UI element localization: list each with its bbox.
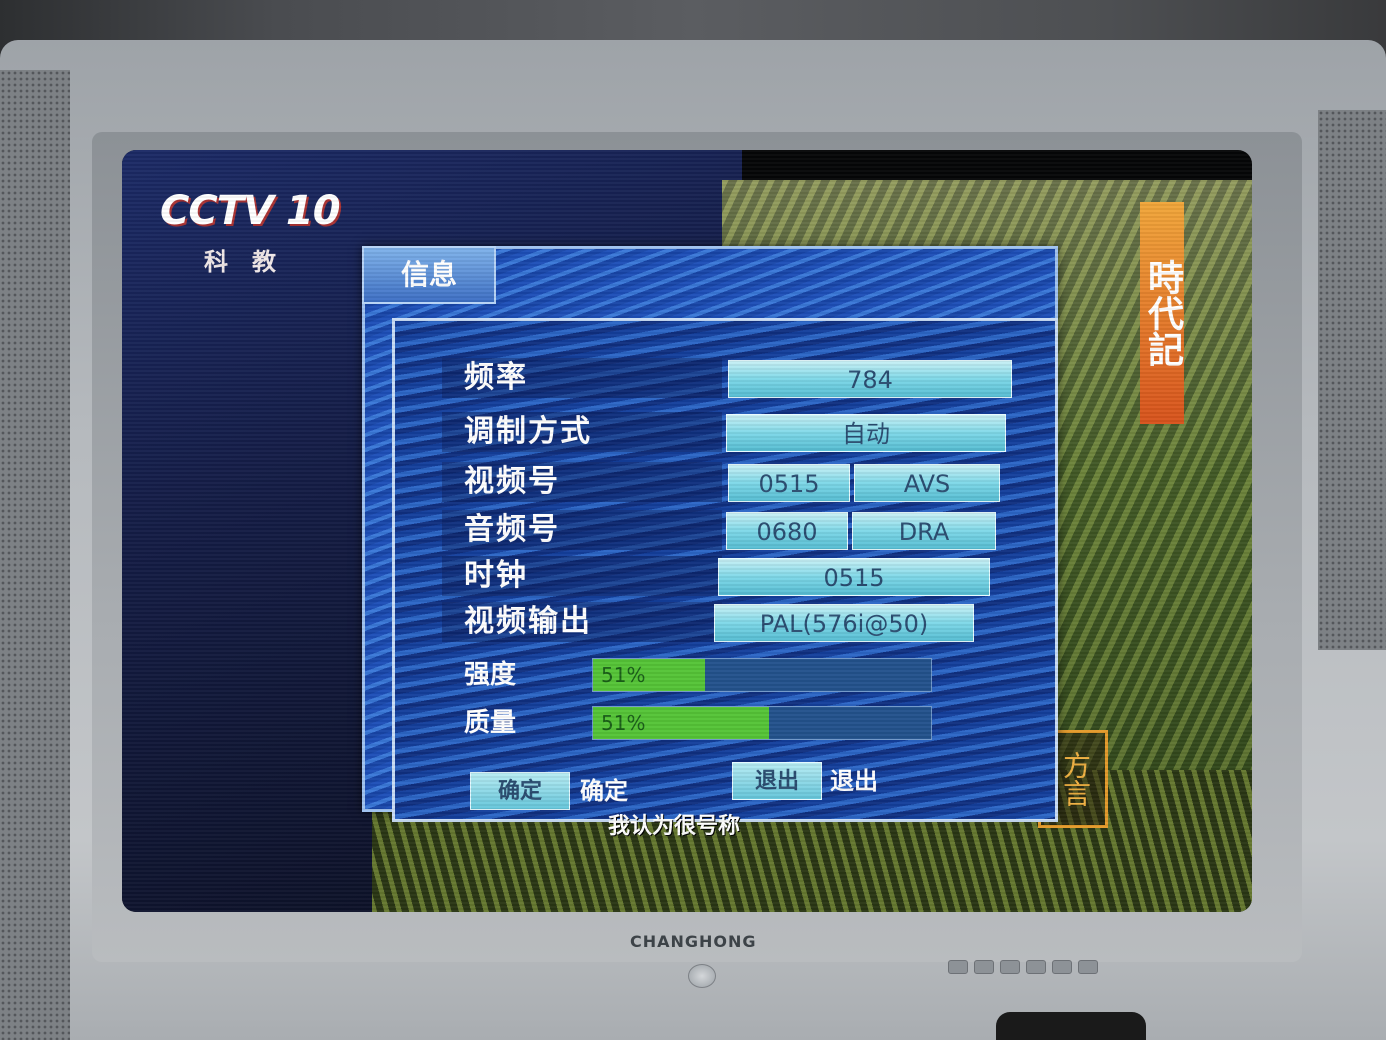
frequency-label: 频率 bbox=[442, 358, 722, 398]
clock-label: 时钟 bbox=[442, 556, 722, 596]
audio-codec-field[interactable]: DRA bbox=[852, 512, 996, 550]
ok-button[interactable]: 确定 bbox=[470, 772, 570, 810]
signal-quality-percent: 51% bbox=[601, 711, 646, 735]
cable bbox=[996, 1012, 1146, 1040]
exit-button[interactable]: 退出 bbox=[732, 762, 822, 800]
video-codec-field[interactable]: AVS bbox=[854, 464, 1000, 502]
video-pid-field[interactable]: 0515 bbox=[728, 464, 850, 502]
front-button[interactable] bbox=[974, 960, 994, 974]
signal-quality-label: 质量 bbox=[464, 708, 517, 738]
audio-pid-label: 音频号 bbox=[442, 510, 722, 550]
signal-quality-row: 质量 51% bbox=[442, 706, 962, 740]
signal-strength-percent: 51% bbox=[601, 663, 646, 687]
row-frequency: 频率 784 bbox=[442, 358, 1012, 398]
exit-caption: 退出 bbox=[830, 767, 878, 795]
modulation-field[interactable]: 自动 bbox=[726, 414, 1006, 452]
signal-quality-bar: 51% bbox=[592, 706, 932, 740]
signal-strength-row: 强度 51% bbox=[442, 658, 962, 692]
power-button[interactable] bbox=[688, 964, 716, 988]
ok-caption: 确定 bbox=[580, 777, 628, 805]
tv-brand-logo: CHANGHONG bbox=[630, 932, 757, 951]
audio-pid-field[interactable]: 0680 bbox=[726, 512, 848, 550]
video-output-field[interactable]: PAL(576i@50) bbox=[714, 604, 974, 642]
row-audio-pid: 音频号 0680 DRA bbox=[442, 510, 1012, 550]
right-speaker-grille bbox=[1318, 110, 1386, 650]
video-output-label: 视频输出 bbox=[442, 602, 722, 642]
left-speaker-grille bbox=[0, 70, 70, 1040]
front-button[interactable] bbox=[1052, 960, 1072, 974]
front-button[interactable] bbox=[948, 960, 968, 974]
front-button[interactable] bbox=[1026, 960, 1046, 974]
signal-strength-label: 强度 bbox=[464, 660, 517, 690]
program-subtitle: 我认为很号称 bbox=[608, 814, 741, 839]
dialog-title-tab: 信息 bbox=[362, 246, 496, 304]
row-video-pid: 视频号 0515 AVS bbox=[442, 462, 1012, 502]
row-modulation: 调制方式 自动 bbox=[442, 412, 1012, 452]
video-pid-label: 视频号 bbox=[442, 462, 722, 502]
program-banner: 時代記 bbox=[1140, 202, 1184, 424]
signal-strength-bar: 51% bbox=[592, 658, 932, 692]
modulation-label: 调制方式 bbox=[442, 412, 722, 452]
front-panel-buttons bbox=[948, 960, 1118, 974]
row-video-output: 视频输出 PAL(576i@50) bbox=[442, 602, 1012, 642]
channel-logo: CCTV 10 bbox=[160, 188, 341, 234]
channel-subtitle: 科教 bbox=[204, 248, 300, 276]
frequency-field[interactable]: 784 bbox=[728, 360, 1012, 398]
front-button[interactable] bbox=[1078, 960, 1098, 974]
front-button[interactable] bbox=[1000, 960, 1020, 974]
row-clock: 时钟 0515 bbox=[442, 556, 1012, 596]
clock-field[interactable]: 0515 bbox=[718, 558, 990, 596]
tv-screen: CCTV 10 科教 時代記 方言 信息 频率 784 调制方式 自动 视频号 … bbox=[122, 150, 1252, 912]
